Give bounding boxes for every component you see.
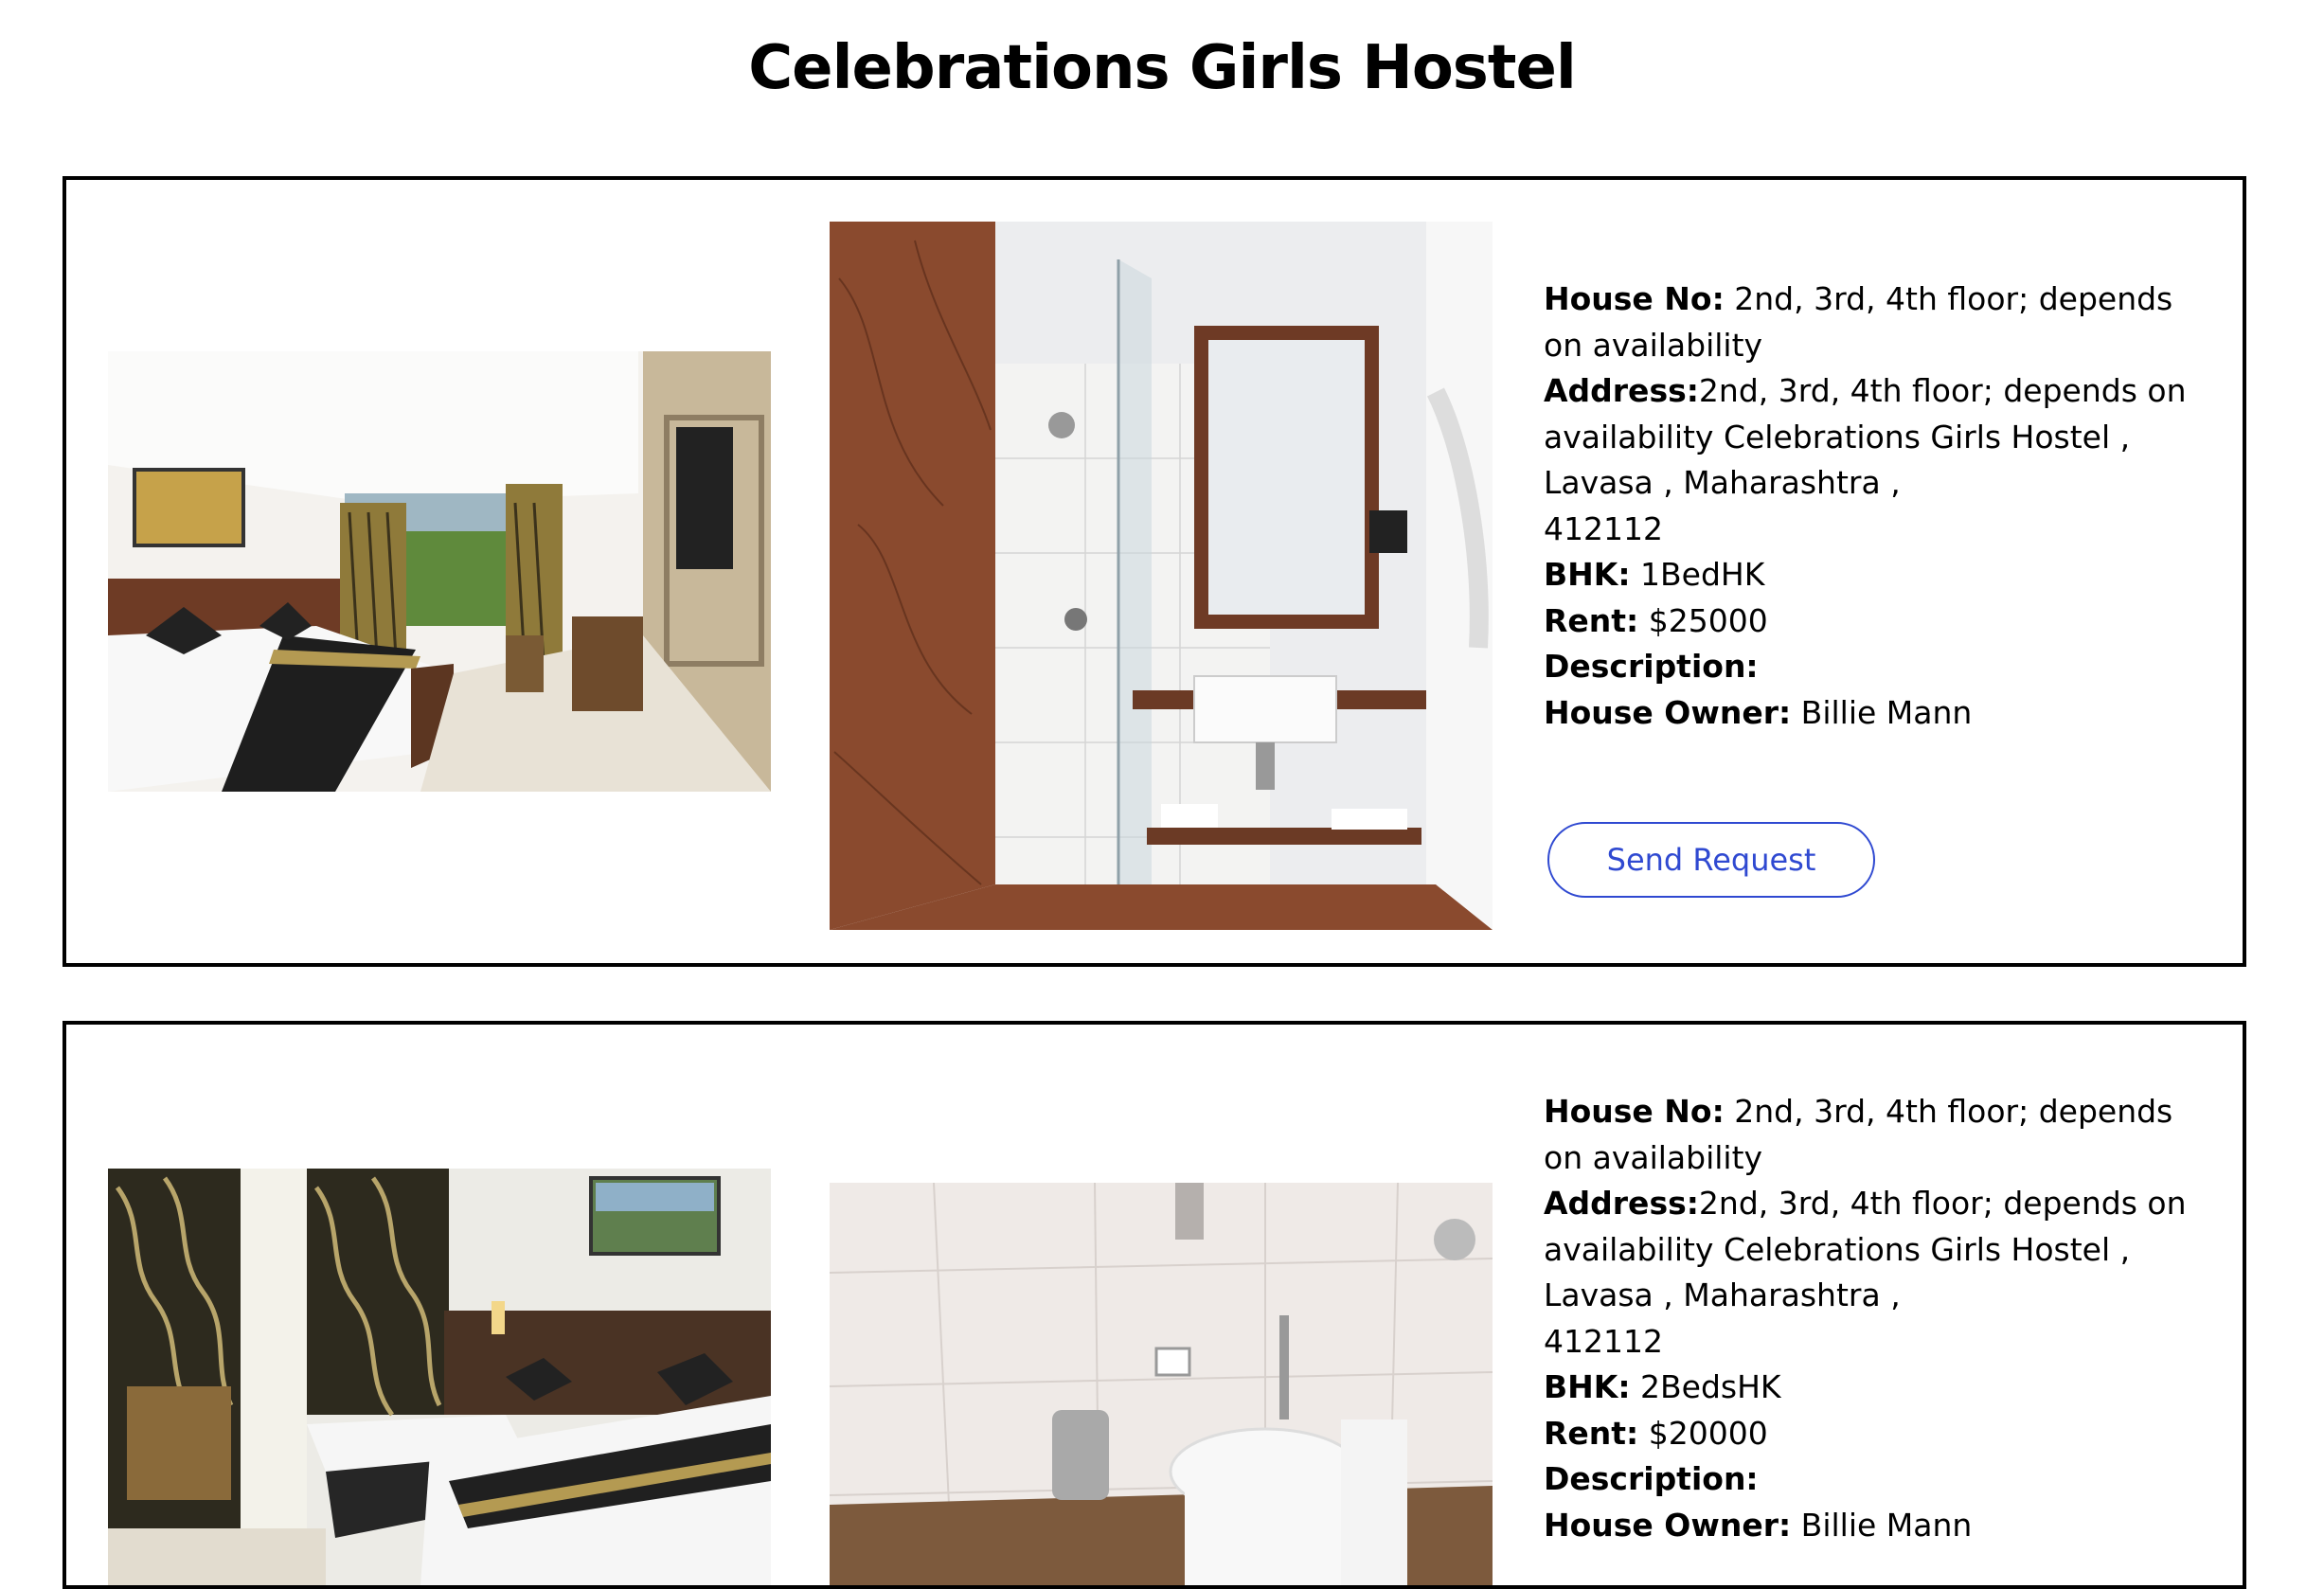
bhk-label: BHK:	[1544, 556, 1631, 593]
bhk-label: BHK:	[1544, 1368, 1631, 1405]
description-label: Description:	[1544, 1460, 1759, 1497]
bhk-row: BHK: 1BedHK	[1544, 552, 2207, 598]
description-row: Description:	[1544, 644, 2207, 690]
rent-row: Rent: $25000	[1544, 598, 2207, 645]
owner-value: Billie Mann	[1791, 693, 1973, 731]
listing-details: House No: 2nd, 3rd, 4th floor; depends o…	[1544, 277, 2207, 736]
address-label: Address:	[1544, 372, 1699, 409]
address-line3: 412112	[1544, 1322, 1663, 1360]
listing-details: House No: 2nd, 3rd, 4th floor; depends o…	[1544, 1089, 2207, 1548]
owner-label: House Owner:	[1544, 1506, 1792, 1544]
rent-label: Rent:	[1544, 601, 1639, 639]
listing-card: House No: 2nd, 3rd, 4th floor; depends o…	[63, 1021, 2246, 1589]
send-request-button[interactable]: Send Request	[1547, 822, 1875, 898]
bhk-value: 1BedHK	[1630, 556, 1765, 593]
bhk-value: 2BedsHK	[1630, 1368, 1781, 1405]
rent-label: Rent:	[1544, 1414, 1639, 1452]
rent-value: $25000	[1638, 601, 1768, 639]
description-label: Description:	[1544, 648, 1759, 685]
twin-bedroom-photo	[108, 1169, 771, 1585]
owner-row: House Owner: Billie Mann	[1544, 690, 2207, 737]
listing-card: House No: 2nd, 3rd, 4th floor; depends o…	[63, 176, 2246, 967]
bhk-row: BHK: 2BedsHK	[1544, 1365, 2207, 1411]
rent-row: Rent: $20000	[1544, 1411, 2207, 1457]
house-no-label: House No:	[1544, 1093, 1725, 1130]
house-no-label: House No:	[1544, 280, 1725, 317]
bathroom-toilet-photo	[830, 1183, 1493, 1585]
house-no-row: House No: 2nd, 3rd, 4th floor; depends o…	[1544, 1089, 2207, 1181]
rent-value: $20000	[1638, 1414, 1768, 1452]
address-line3: 412112	[1544, 509, 1663, 547]
bathroom-shower-photo	[830, 222, 1493, 930]
owner-label: House Owner:	[1544, 693, 1792, 731]
address-row: Address:2nd, 3rd, 4th floor; depends on …	[1544, 368, 2207, 552]
owner-value: Billie Mann	[1791, 1506, 1973, 1544]
owner-row: House Owner: Billie Mann	[1544, 1503, 2207, 1549]
house-no-row: House No: 2nd, 3rd, 4th floor; depends o…	[1544, 277, 2207, 368]
page-title: Celebrations Girls Hostel	[748, 33, 1577, 103]
bedroom-photo	[108, 351, 771, 792]
address-line2: Lavasa , Maharashtra ,	[1544, 464, 1901, 501]
address-row: Address:2nd, 3rd, 4th floor; depends on …	[1544, 1181, 2207, 1365]
address-line2: Lavasa , Maharashtra ,	[1544, 1277, 1901, 1313]
description-row: Description:	[1544, 1456, 2207, 1503]
address-label: Address:	[1544, 1185, 1699, 1222]
